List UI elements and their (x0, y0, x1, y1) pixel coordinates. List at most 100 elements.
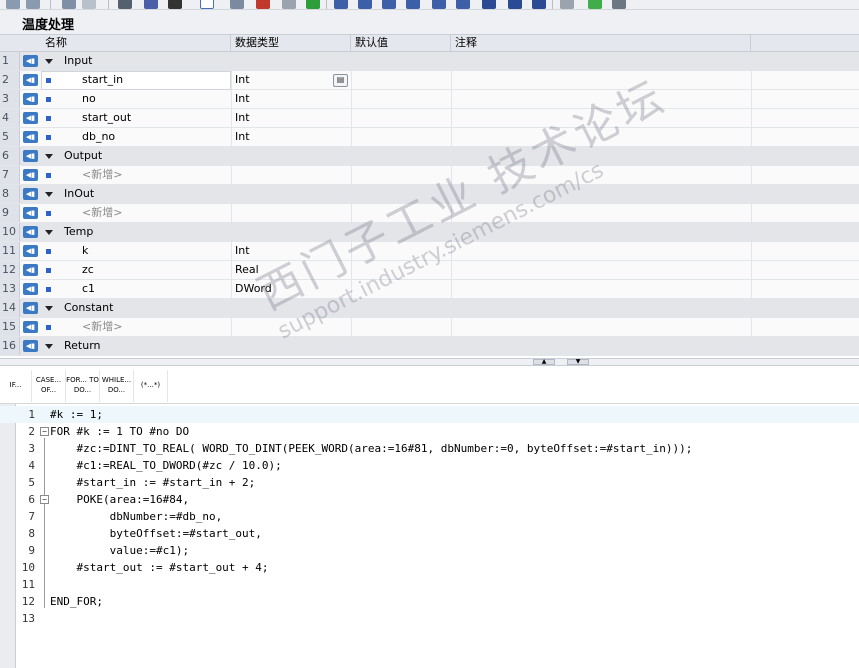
toolbar-icon-3[interactable] (62, 0, 76, 9)
splitter-down-button[interactable]: ▼ (567, 359, 589, 365)
variable-datatype[interactable]: DWord (235, 280, 272, 298)
collapse-triangle-icon[interactable] (45, 154, 53, 159)
toolbar-icon-6[interactable] (144, 0, 158, 9)
code-line[interactable]: 7 dbNumber:=#db_no, (0, 508, 859, 525)
check-icon[interactable] (306, 0, 320, 9)
code-text[interactable]: #start_out := #start_out + 4; (50, 559, 268, 576)
code-line[interactable]: 6− POKE(area:=16#84, (0, 491, 859, 508)
code-text[interactable]: value:=#c1); (50, 542, 189, 559)
toolbar-icon-5[interactable] (118, 0, 132, 9)
add-new-placeholder[interactable]: <新增> (82, 204, 122, 222)
code-line[interactable]: 8 byteOffset:=#start_out, (0, 525, 859, 542)
code-text[interactable]: dbNumber:=#db_no, (50, 508, 223, 525)
code-text[interactable]: FOR #k := 1 TO #no DO (50, 423, 189, 440)
toolbar-icon-19[interactable] (532, 0, 546, 9)
code-line[interactable]: 4 #c1:=REAL_TO_DWORD(#zc / 10.0); (0, 457, 859, 474)
play-icon[interactable] (588, 0, 602, 9)
interface-row[interactable]: 14 ◀▮ Constant (0, 299, 859, 318)
code-line[interactable]: 10 #start_out := #start_out + 4; (0, 559, 859, 576)
toolbar-icon-1[interactable] (6, 0, 20, 9)
variable-datatype[interactable]: Int (235, 242, 250, 260)
variable-datatype[interactable]: Int (235, 71, 250, 89)
interface-row[interactable]: 2 ◀▮ start_in Int ▤ (0, 71, 859, 90)
interface-row[interactable]: 16 ◀▮ Return (0, 337, 859, 356)
code-line[interactable]: 2− FOR #k := 1 TO #no DO (0, 423, 859, 440)
toolbar-icon-11[interactable] (334, 0, 348, 9)
column-header-name[interactable]: 名称 (41, 35, 231, 52)
variable-name[interactable]: Return (64, 337, 101, 355)
toolbar-icon-20[interactable] (560, 0, 574, 9)
variable-name[interactable]: Constant (64, 299, 113, 317)
toolbar-icon-13[interactable] (382, 0, 396, 9)
interface-row[interactable]: 7 ◀▮ <新增> (0, 166, 859, 185)
column-header-comment[interactable]: 注释 (451, 35, 751, 52)
variable-name[interactable]: c1 (82, 280, 95, 298)
toolbar-icon-9[interactable] (230, 0, 244, 9)
pane-splitter[interactable]: ▲ ▼ (0, 358, 859, 366)
variable-name[interactable]: Output (64, 147, 102, 165)
datatype-picker-button[interactable]: ▤ (333, 74, 348, 87)
code-text[interactable]: POKE(area:=16#84, (50, 491, 189, 508)
palette-comment-button[interactable]: (*...*) (134, 370, 168, 402)
toolbar-icon-18[interactable] (508, 0, 522, 9)
collapse-triangle-icon[interactable] (45, 344, 53, 349)
toolbar-icon-10[interactable] (282, 0, 296, 9)
code-text[interactable]: #zc:=DINT_TO_REAL( WORD_TO_DINT(PEEK_WOR… (50, 440, 692, 457)
variable-name[interactable]: k (82, 242, 88, 260)
code-text[interactable]: #k := 1; (50, 406, 103, 423)
code-text[interactable]: byteOffset:=#start_out, (50, 525, 262, 542)
interface-row[interactable]: 12 ◀▮ zc Real (0, 261, 859, 280)
interface-row[interactable]: 13 ◀▮ c1 DWord (0, 280, 859, 299)
interface-row[interactable]: 5 ◀▮ db_no Int (0, 128, 859, 147)
toolbar-icon-14[interactable] (406, 0, 420, 9)
toolbar-icon-12[interactable] (358, 0, 372, 9)
toolbar-icon-7[interactable] (168, 0, 182, 9)
interface-row[interactable]: 6 ◀▮ Output (0, 147, 859, 166)
collapse-triangle-icon[interactable] (45, 59, 53, 64)
toolbar-icon-16[interactable] (456, 0, 470, 9)
palette-if-button[interactable]: IF... (0, 370, 32, 402)
toolbar-icon-2[interactable] (26, 0, 40, 9)
palette-while-button[interactable]: WHILE... DO... (100, 370, 134, 402)
column-header-datatype[interactable]: 数据类型 (231, 35, 351, 52)
variable-datatype[interactable]: Int (235, 90, 250, 108)
interface-row[interactable]: 9 ◀▮ <新增> (0, 204, 859, 223)
code-text[interactable]: #start_in := #start_in + 2; (50, 474, 255, 491)
variable-name[interactable]: no (82, 90, 96, 108)
column-header-default[interactable]: 默认值 (351, 35, 451, 52)
variable-name[interactable]: zc (82, 261, 94, 279)
variable-datatype[interactable]: Real (235, 261, 259, 279)
code-line[interactable]: 12 END_FOR; (0, 593, 859, 610)
code-text[interactable]: END_FOR; (50, 593, 103, 610)
code-line[interactable]: 1 #k := 1; (0, 406, 859, 423)
variable-name[interactable]: db_no (82, 128, 115, 146)
fold-toggle-icon[interactable]: − (40, 495, 49, 504)
interface-row[interactable]: 11 ◀▮ k Int (0, 242, 859, 261)
interface-row[interactable]: 3 ◀▮ no Int (0, 90, 859, 109)
variable-name[interactable]: Temp (64, 223, 93, 241)
variable-name[interactable]: start_out (82, 109, 131, 127)
interface-row[interactable]: 10 ◀▮ Temp (0, 223, 859, 242)
delete-icon[interactable] (256, 0, 270, 9)
interface-row[interactable]: 8 ◀▮ InOut (0, 185, 859, 204)
code-line[interactable]: 3 #zc:=DINT_TO_REAL( WORD_TO_DINT(PEEK_W… (0, 440, 859, 457)
palette-for-button[interactable]: FOR... TO DO... (66, 370, 100, 402)
fold-toggle-icon[interactable]: − (40, 427, 49, 436)
collapse-triangle-icon[interactable] (45, 306, 53, 311)
toolbar-icon-15[interactable] (432, 0, 446, 9)
variable-name[interactable]: Input (64, 52, 92, 70)
name-edit-cell[interactable] (41, 71, 231, 90)
interface-row[interactable]: 4 ◀▮ start_out Int (0, 109, 859, 128)
code-line[interactable]: 9 value:=#c1); (0, 542, 859, 559)
palette-case-button[interactable]: CASE... OF... (32, 370, 66, 402)
collapse-triangle-icon[interactable] (45, 230, 53, 235)
code-line[interactable]: 13 (0, 610, 859, 627)
variable-name[interactable]: start_in (82, 71, 123, 89)
toolbar-icon-4[interactable] (82, 0, 96, 9)
variable-name[interactable]: InOut (64, 185, 94, 203)
collapse-triangle-icon[interactable] (45, 192, 53, 197)
variable-datatype[interactable]: Int (235, 128, 250, 146)
toolbar-icon-8[interactable] (200, 0, 214, 9)
code-line[interactable]: 11 (0, 576, 859, 593)
add-new-placeholder[interactable]: <新增> (82, 318, 122, 336)
